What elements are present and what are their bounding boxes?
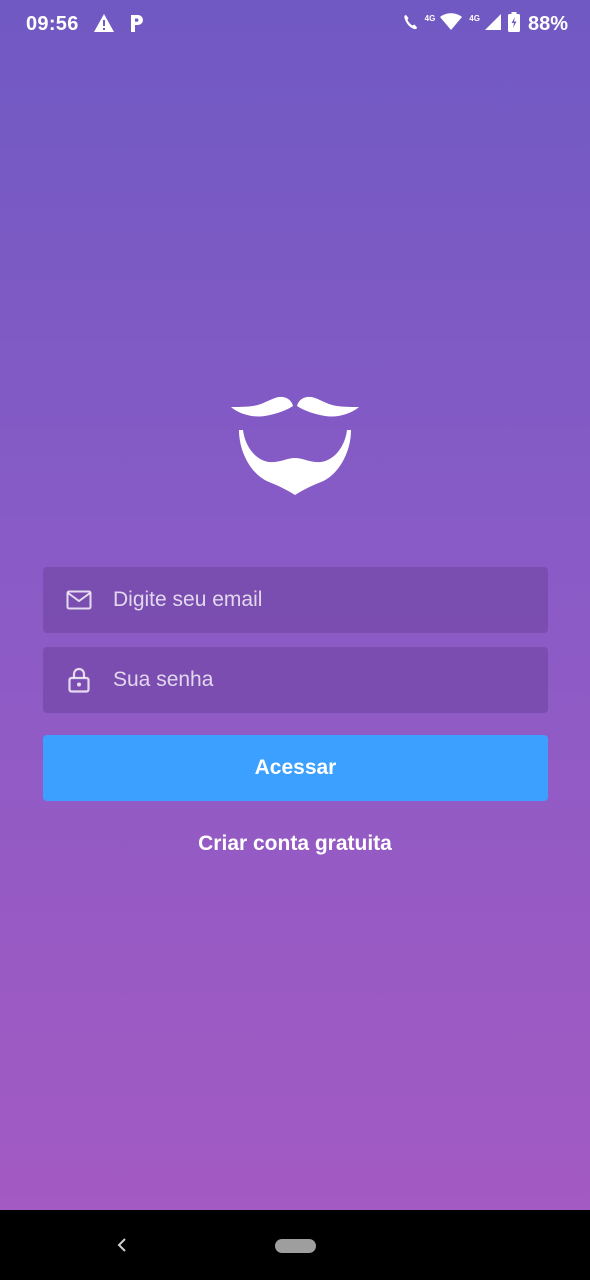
password-input[interactable] bbox=[113, 647, 548, 713]
volte-call-icon bbox=[403, 13, 419, 36]
create-account-link[interactable]: Criar conta gratuita bbox=[0, 832, 590, 856]
lock-icon bbox=[66, 667, 92, 693]
battery-charging-icon bbox=[507, 12, 520, 37]
status-notification-icons bbox=[93, 13, 145, 38]
status-bar: 09:56 4G 4G 88% bbox=[0, 0, 590, 50]
mail-icon bbox=[66, 587, 92, 613]
parking-icon bbox=[129, 13, 145, 38]
network-label-2: 4G bbox=[469, 14, 480, 23]
signal-icon bbox=[484, 13, 502, 36]
status-time: 09:56 bbox=[26, 13, 79, 35]
battery-percent: 88% bbox=[527, 13, 568, 35]
login-button[interactable]: Acessar bbox=[43, 735, 548, 801]
home-pill-icon[interactable] bbox=[275, 1239, 316, 1253]
wifi-icon bbox=[439, 13, 463, 36]
status-system-icons: 4G 4G 88% bbox=[403, 12, 568, 37]
warning-icon bbox=[93, 13, 115, 38]
navigation-bar bbox=[0, 1210, 590, 1280]
back-icon[interactable] bbox=[112, 1234, 132, 1256]
password-field[interactable] bbox=[43, 647, 548, 713]
email-field[interactable] bbox=[43, 567, 548, 633]
mustache-beard-logo bbox=[229, 396, 361, 498]
network-label-1: 4G bbox=[424, 14, 436, 23]
email-input[interactable] bbox=[113, 567, 548, 633]
login-screen: 09:56 4G 4G 88% Digite seu email Acessar… bbox=[0, 0, 590, 1280]
